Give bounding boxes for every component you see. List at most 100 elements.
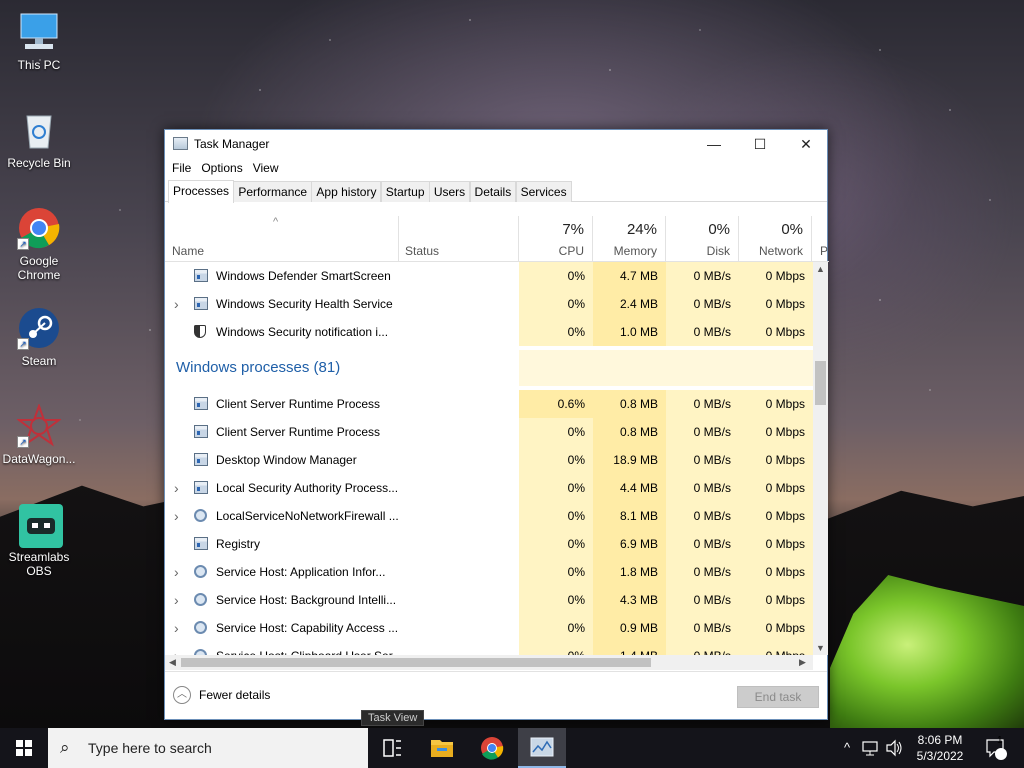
desktop-icon-streamlabs-obs[interactable]: Streamlabs OBS <box>0 502 78 578</box>
chevron-right-icon[interactable]: › <box>174 474 179 502</box>
gear-icon <box>194 509 207 522</box>
column-status[interactable]: Status <box>399 216 519 262</box>
title-bar[interactable]: Task Manager — ☐ ✕ <box>165 130 827 158</box>
tab-services[interactable]: Services <box>515 181 572 202</box>
chevron-right-icon[interactable]: › <box>174 586 179 614</box>
network-icon[interactable] <box>860 728 882 768</box>
action-center-button[interactable]: 1 <box>982 728 1012 768</box>
taskbar-search-box[interactable]: ⌕ Type here to search <box>48 728 368 768</box>
task-manager-icon <box>530 737 554 757</box>
cell-memory: 4.7 MB <box>593 262 666 290</box>
fewer-details-link[interactable]: Fewer details <box>199 688 270 702</box>
group-header[interactable]: Windows processes (81) <box>165 350 813 386</box>
chevron-up-circle-icon[interactable]: ︿ <box>173 686 191 704</box>
cell-network: 0 Mbps <box>739 614 813 642</box>
process-name: Service Host: Capability Access ... <box>216 621 399 635</box>
cell-network: 0 Mbps <box>739 446 813 474</box>
process-name: Windows Security notification i... <box>216 325 389 339</box>
taskbar-chrome[interactable] <box>468 728 516 768</box>
cell-cpu: 0% <box>519 318 593 346</box>
vertical-scroll-thumb[interactable] <box>815 361 826 405</box>
process-row[interactable]: › Service Host: Background Intelli... 0% 4.… <box>165 586 813 614</box>
tab-startup[interactable]: Startup <box>380 181 430 202</box>
chevron-right-icon[interactable]: › <box>174 614 179 642</box>
scroll-right-icon[interactable]: ▶ <box>799 655 806 670</box>
desktop-icon-steam[interactable]: ↗ Steam <box>0 306 78 368</box>
chevron-right-icon[interactable]: › <box>174 502 179 530</box>
cell-disk: 0 MB/s <box>666 614 739 642</box>
scroll-left-icon[interactable]: ◀ <box>169 655 176 670</box>
tab-performance[interactable]: Performance <box>233 181 313 202</box>
tab-details[interactable]: Details <box>469 181 517 202</box>
cell-network: 0 Mbps <box>739 642 813 655</box>
chevron-right-icon[interactable]: › <box>174 558 179 586</box>
cell-cpu: 0% <box>519 614 593 642</box>
cell-cpu: 0% <box>519 558 593 586</box>
column-memory[interactable]: 24% Memory <box>593 216 666 262</box>
scroll-up-icon[interactable]: ▲ <box>813 264 828 274</box>
window-process-icon <box>194 397 208 410</box>
cell-cpu: 0% <box>519 262 593 290</box>
process-name: Windows Defender SmartScreen <box>216 269 391 283</box>
process-row[interactable]: Windows Defender SmartScreen 0% 4.7 MB 0 MB… <box>165 262 813 290</box>
steam-icon: ↗ <box>17 306 61 350</box>
minimize-button[interactable]: — <box>691 130 737 158</box>
menu-options[interactable]: Options <box>196 158 247 178</box>
process-name: Client Server Runtime Process <box>216 397 381 411</box>
menu-file[interactable]: File <box>167 158 196 178</box>
column-disk[interactable]: 0% Disk <box>666 216 739 262</box>
process-name: Registry <box>216 537 261 551</box>
desktop-icon-google-chrome[interactable]: ↗ Google Chrome <box>0 206 78 282</box>
cell-disk: 0 MB/s <box>666 502 739 530</box>
desktop-icon-datawagon[interactable]: ↗ DataWagon... <box>0 403 78 466</box>
shortcut-arrow-icon: ↗ <box>17 436 29 448</box>
vertical-scrollbar[interactable]: ▲ ▼ <box>813 262 828 655</box>
process-row[interactable]: › Service Host: Capability Access ... 0% 0.… <box>165 614 813 642</box>
cell-disk: 0 MB/s <box>666 446 739 474</box>
chrome-icon <box>481 737 504 760</box>
tab-app-history[interactable]: App history <box>311 181 382 202</box>
cell-cpu: 0% <box>519 474 593 502</box>
cell-cpu: 0% <box>519 586 593 614</box>
menu-view[interactable]: View <box>248 158 284 178</box>
chevron-right-icon[interactable]: › <box>174 642 179 655</box>
column-network[interactable]: 0% Network <box>739 216 812 262</box>
cell-memory: 4.4 MB <box>593 474 666 502</box>
process-row[interactable]: Windows Security notification i... 0% 1.0 … <box>165 318 813 346</box>
process-row[interactable]: › Local Security Authority Process... 0% 4.… <box>165 474 813 502</box>
cell-network: 0 Mbps <box>739 474 813 502</box>
process-row[interactable]: Client Server Runtime Process 0% 0.8 MB 0 M… <box>165 418 813 446</box>
process-row[interactable]: › LocalServiceNoNetworkFirewall ... 0% 8.1 … <box>165 502 813 530</box>
volume-icon[interactable] <box>884 728 906 768</box>
process-row[interactable]: Desktop Window Manager 0% 18.9 MB 0 MB/s 0 M… <box>165 446 813 474</box>
taskbar-task-manager[interactable] <box>518 728 566 768</box>
taskbar-file-explorer[interactable] <box>418 728 466 768</box>
desktop-icon-this-pc[interactable]: This PC <box>0 10 78 72</box>
scroll-down-icon[interactable]: ▼ <box>813 643 828 653</box>
cell-cpu: 0% <box>519 418 593 446</box>
column-power[interactable]: P <box>812 216 829 262</box>
column-cpu[interactable]: 7% CPU <box>519 216 593 262</box>
tab-users[interactable]: Users <box>428 181 471 202</box>
window-process-icon <box>194 297 208 310</box>
taskbar-clock[interactable]: 8:06 PM 5/3/2022 <box>914 732 966 764</box>
show-hidden-icons-chevron-icon[interactable]: ^ <box>838 728 856 768</box>
start-button[interactable] <box>0 728 48 768</box>
process-row[interactable]: › Service Host: Clipboard User Ser... 0%1.… <box>165 642 813 655</box>
process-row[interactable]: › Windows Security Health Service 0% 2.4 MB… <box>165 290 813 318</box>
task-view-button[interactable] <box>368 728 416 768</box>
process-row[interactable]: Client Server Runtime Process 0.6% 0.8 MB 0… <box>165 390 813 418</box>
horizontal-scroll-thumb[interactable] <box>181 658 651 667</box>
tab-processes[interactable]: Processes <box>168 180 235 203</box>
maximize-button[interactable]: ☐ <box>737 130 783 158</box>
process-row[interactable]: › Service Host: Application Infor... 0% 1.8… <box>165 558 813 586</box>
clock-time: 8:06 PM <box>917 733 963 747</box>
close-button[interactable]: ✕ <box>783 130 829 158</box>
chevron-right-icon[interactable]: › <box>174 290 179 318</box>
end-task-button[interactable]: End task <box>737 686 819 708</box>
task-manager-window: Task Manager — ☐ ✕ File Options View Proce… <box>164 129 829 720</box>
desktop-icon-recycle-bin[interactable]: Recycle Bin <box>0 108 78 170</box>
column-name[interactable]: ^ Name <box>165 216 399 262</box>
horizontal-scrollbar[interactable]: ◀ ▶ <box>165 655 813 670</box>
process-row[interactable]: Registry 0% 6.9 MB 0 MB/s 0 Mbps <box>165 530 813 558</box>
